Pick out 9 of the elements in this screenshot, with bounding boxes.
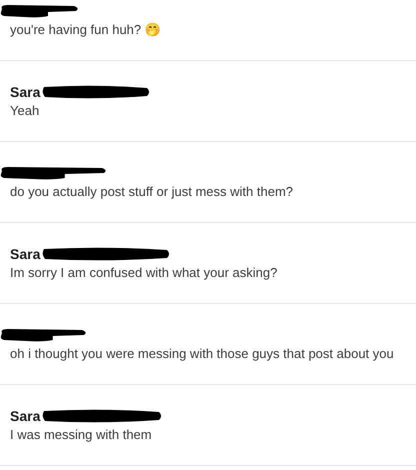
message-text: Yeah (10, 102, 40, 120)
message-text: I was messing with them (10, 426, 153, 444)
sender-name: Sara (10, 407, 40, 425)
message-text: do you actually post stuff or just mess with them? (10, 183, 294, 201)
sender-name: Sara (10, 245, 40, 263)
sender-name: Sara (10, 83, 40, 101)
message-text: Im sorry I am confused with what your asking? (10, 264, 278, 282)
message-text: you're having fun huh? 🤭 (10, 21, 162, 39)
message-text: oh i thought you were messing with those guys that post about you (10, 345, 395, 363)
